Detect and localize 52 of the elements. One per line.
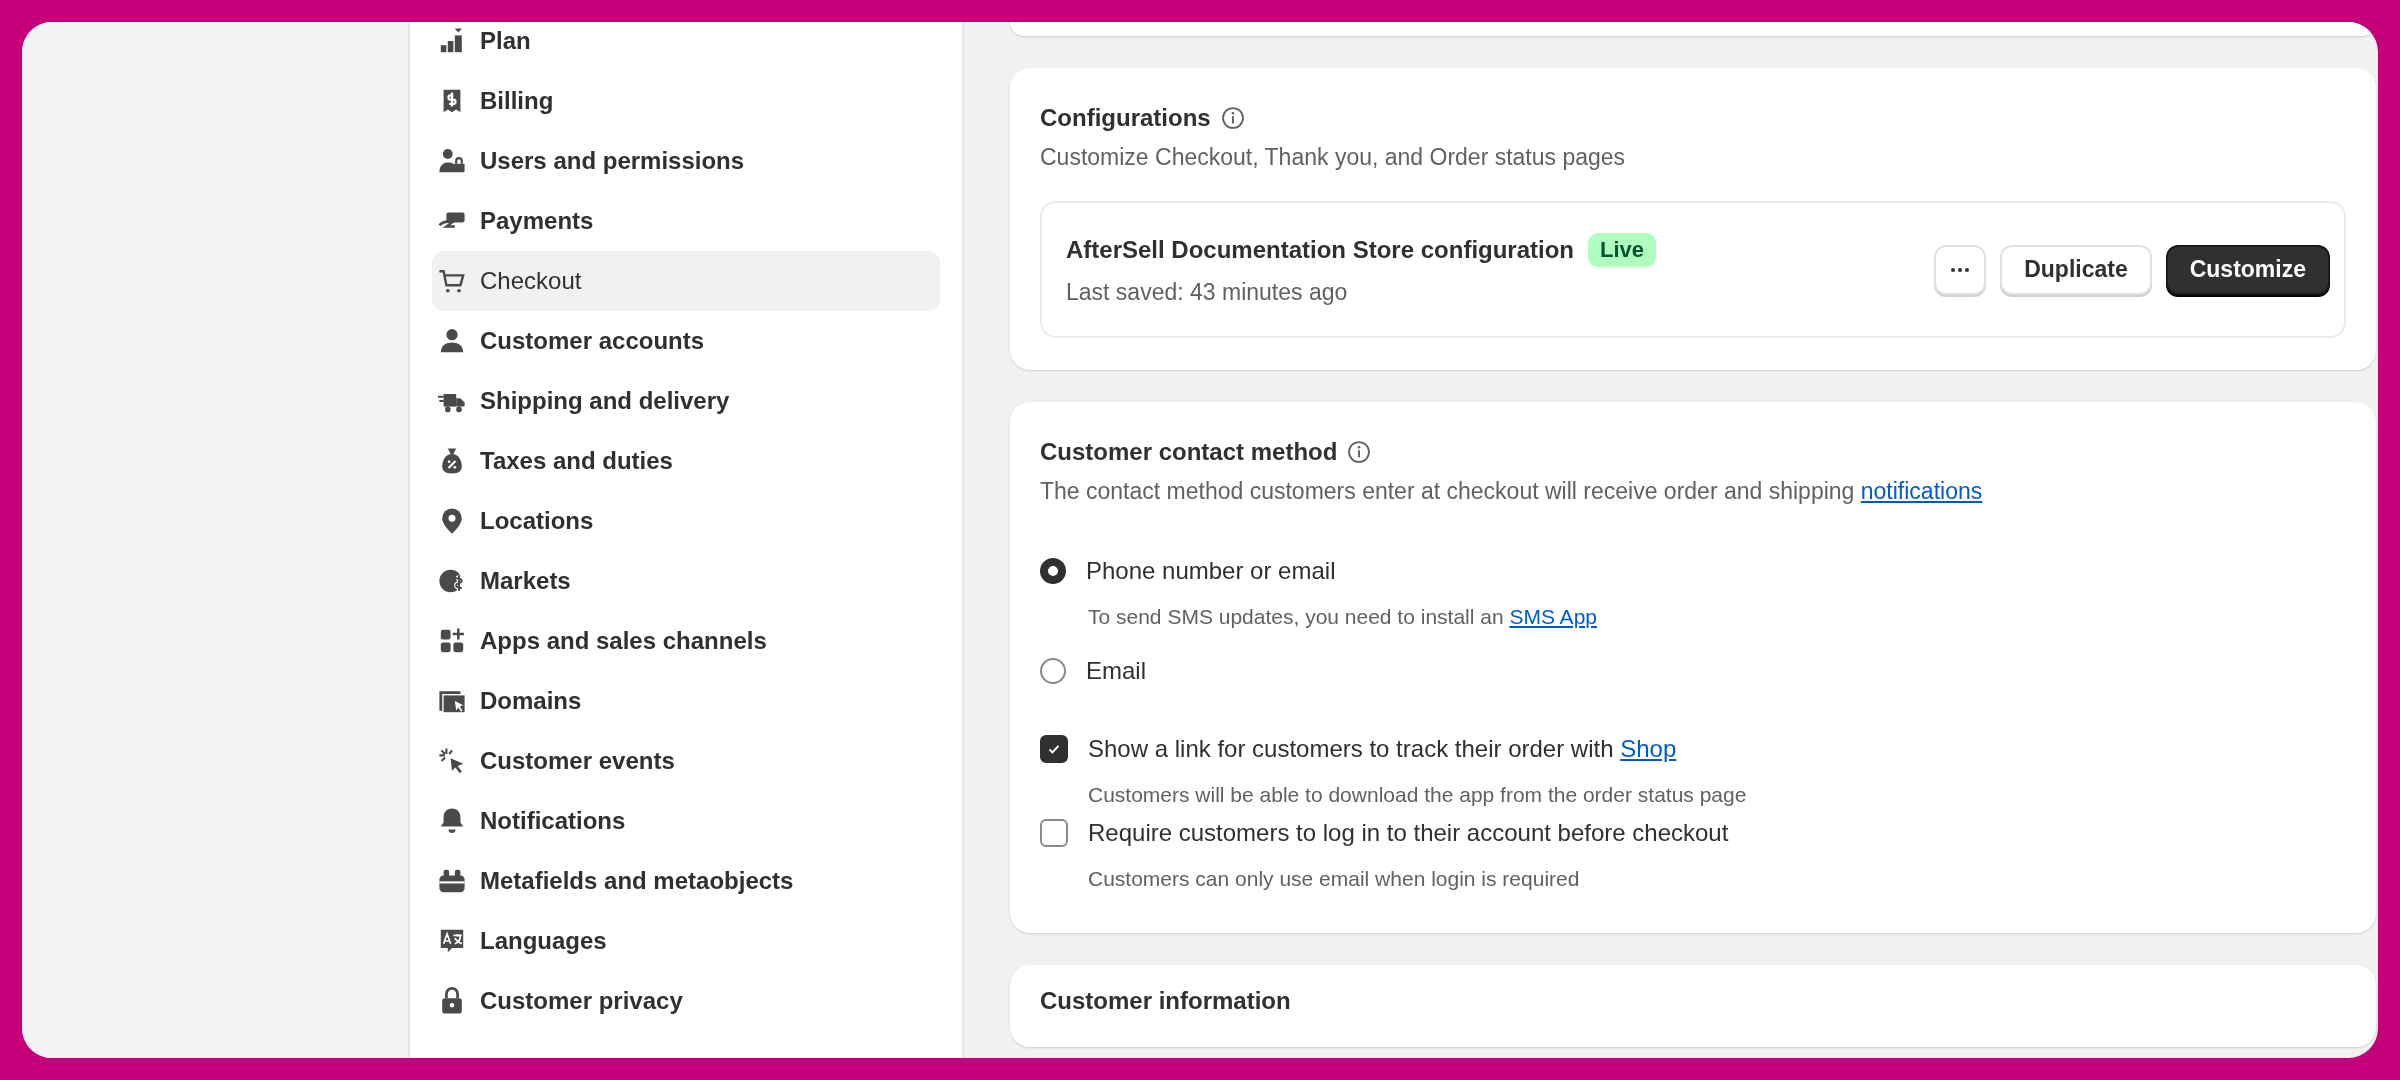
sidebar-item[interactable]: Billing <box>432 71 940 131</box>
sidebar-item[interactable]: Customer events <box>432 731 940 791</box>
option-help-text: Customers can only use email when login is required <box>1088 867 1581 891</box>
option-help-text: Customers will be able to download the app from the order status page <box>1088 783 1748 807</box>
option-label: Require customers to log in to their account before checkout <box>1088 819 1729 847</box>
sidebar-item[interactable]: Markets <box>432 551 940 611</box>
option-label: Show a link for customers to track their order with Shop <box>1088 735 1677 763</box>
option-label: Phone number or email <box>1086 557 1336 585</box>
sidebar-item[interactable]: Taxes and duties <box>432 431 940 491</box>
option-help-text: To send SMS updates, you need to install an SMS App <box>1088 605 1598 629</box>
sidebar-item[interactable]: Notifications <box>432 791 940 851</box>
section-subtitle: Customize Checkout, Thank you, and Order status pages <box>1040 144 1627 171</box>
user-lock-icon <box>438 147 466 175</box>
checkbox[interactable] <box>1040 735 1068 763</box>
notifications-link[interactable]: notifications <box>1860 478 1983 504</box>
globe-dollar-icon <box>438 567 466 595</box>
sidebar-item[interactable]: Users and permissions <box>432 131 940 191</box>
cart-icon <box>438 267 466 295</box>
ellipsis-icon <box>1950 266 1971 273</box>
sidebar-item[interactable]: Locations <box>432 491 940 551</box>
configuration-name: AfterSell Documentation Store configuration <box>1066 236 1575 264</box>
sidebar-item[interactable]: Domains <box>432 671 940 731</box>
cursor-click-icon <box>438 747 466 775</box>
calendar-block-icon <box>438 867 466 895</box>
sidebar-item[interactable]: Shipping and delivery <box>432 371 940 431</box>
section-title: Customer information <box>1040 987 1291 1014</box>
info-icon[interactable] <box>1347 440 1372 464</box>
duplicate-button[interactable]: Duplicate <box>2000 244 2152 295</box>
radio-button[interactable] <box>1040 658 1066 684</box>
shop-link[interactable]: Shop <box>1620 735 1677 762</box>
sidebar-item[interactable]: Payments <box>432 191 940 251</box>
sidebar-item[interactable]: Apps and sales channels <box>432 611 940 671</box>
bell-icon <box>438 807 466 835</box>
status-badge: Live <box>1588 233 1657 267</box>
section-title: Configurations <box>1040 104 1211 132</box>
sidebar-item[interactable]: Plan <box>432 22 940 71</box>
sidebar-item[interactable]: Checkout <box>432 251 940 311</box>
section-title: Customer contact method <box>1040 438 1338 466</box>
sidebar-item[interactable]: Metafields and metaobjects <box>432 851 940 911</box>
person-icon <box>438 327 466 355</box>
sidebar-item[interactable]: Customer privacy <box>432 971 940 1031</box>
section-description: The contact method customers enter at checkout will receive order and shipping notifications <box>1040 478 1984 505</box>
sms-app-link[interactable]: SMS App <box>1509 605 1597 628</box>
customize-button[interactable]: Customize <box>2165 244 2330 295</box>
checkbox[interactable] <box>1040 819 1068 847</box>
sidebar-item[interactable]: Customer accounts <box>432 311 940 371</box>
option-label: Email <box>1086 657 1146 685</box>
apps-grid-icon <box>438 627 466 655</box>
radio-button[interactable] <box>1040 558 1066 584</box>
last-saved-text: Last saved: 43 minutes ago <box>1066 279 1349 306</box>
info-icon[interactable] <box>1220 106 1245 130</box>
sidebar-item[interactable]: Languages <box>432 911 940 971</box>
